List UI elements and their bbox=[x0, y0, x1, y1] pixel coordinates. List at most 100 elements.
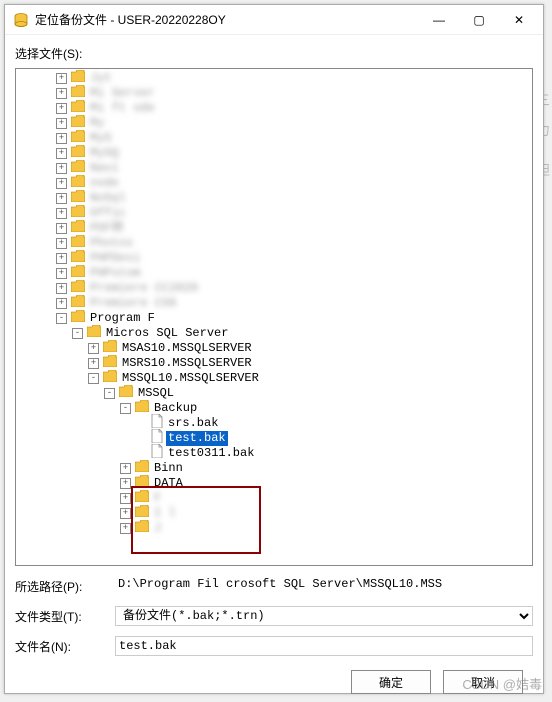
tree-node-label[interactable]: MSSQL10.MSSQLSERVER bbox=[120, 371, 261, 386]
tree-node-label[interactable]: test0311.bak bbox=[166, 446, 256, 461]
expand-icon[interactable]: + bbox=[56, 238, 67, 249]
tree-node-label[interactable]: MSSQL bbox=[136, 386, 176, 401]
tree-node-label[interactable]: Navi bbox=[88, 161, 121, 176]
tree-folder[interactable]: - MSSQL bbox=[16, 386, 532, 401]
tree-file[interactable]: test0311.bak bbox=[16, 446, 532, 461]
tree-node-label[interactable]: Photos bbox=[88, 236, 135, 251]
tree-folder[interactable]: + MSRS10.MSSQLSERVER bbox=[16, 356, 532, 371]
tree-folder[interactable]: + node bbox=[16, 176, 532, 191]
tree-node-label[interactable]: MSAS10.MSSQLSERVER bbox=[120, 341, 254, 356]
expand-icon[interactable]: + bbox=[56, 223, 67, 234]
tree-node-label[interactable]: NoSql bbox=[88, 191, 128, 206]
tree-folder[interactable]: - MSSQL10.MSSQLSERVER bbox=[16, 371, 532, 386]
expand-icon[interactable]: + bbox=[120, 493, 131, 504]
tree-node-label[interactable]: J bbox=[152, 521, 163, 536]
tree-folder[interactable]: + Offic bbox=[16, 206, 532, 221]
tree-folder[interactable]: + MyS bbox=[16, 131, 532, 146]
tree-node-label[interactable]: F bbox=[152, 491, 163, 506]
tree-folder[interactable]: - Program F bbox=[16, 311, 532, 326]
tree-node-label[interactable]: test.bak bbox=[166, 431, 228, 446]
collapse-icon[interactable]: - bbox=[56, 313, 67, 324]
close-button[interactable]: ✕ bbox=[499, 6, 539, 34]
file-name-input[interactable] bbox=[115, 636, 533, 656]
expand-icon[interactable]: + bbox=[56, 298, 67, 309]
expand-icon[interactable]: + bbox=[56, 103, 67, 114]
expand-icon[interactable]: + bbox=[56, 208, 67, 219]
tree-folder[interactable]: + Photos bbox=[16, 236, 532, 251]
tree-folder[interactable]: + Premiere CC2020 bbox=[16, 281, 532, 296]
tree-node-label[interactable]: Mi Server bbox=[88, 86, 157, 101]
expand-icon[interactable]: + bbox=[120, 478, 131, 489]
tree-node-label[interactable]: My bbox=[88, 116, 106, 131]
tree-node-label[interactable]: Premiere CC2020 bbox=[88, 281, 200, 296]
dialog-window: 定位备份文件 - USER-20220228OY — ▢ ✕ 选择文件(S): … bbox=[4, 4, 544, 694]
tree-folder[interactable]: + I l bbox=[16, 506, 532, 521]
maximize-button[interactable]: ▢ bbox=[459, 6, 499, 34]
collapse-icon[interactable]: - bbox=[72, 328, 83, 339]
tree-folder[interactable]: +F bbox=[16, 491, 532, 506]
tree-node-label[interactable]: PDF转 bbox=[88, 221, 126, 236]
watermark: CSDN @姞毒 bbox=[462, 674, 542, 693]
collapse-icon[interactable]: - bbox=[120, 403, 131, 414]
expand-icon[interactable]: + bbox=[56, 253, 67, 264]
tree-folder[interactable]: + PHPstom bbox=[16, 266, 532, 281]
ok-button[interactable]: 确定 bbox=[351, 670, 431, 694]
expand-icon[interactable]: + bbox=[56, 178, 67, 189]
tree-node-label[interactable]: DATA bbox=[152, 476, 185, 491]
tree-node-label[interactable]: Premiere CS6 bbox=[88, 296, 178, 311]
tree-folder[interactable]: -Backup bbox=[16, 401, 532, 416]
tree-node-label[interactable]: PHPstom bbox=[88, 266, 142, 281]
tree-folder[interactable]: + Jyt bbox=[16, 71, 532, 86]
expand-icon[interactable]: + bbox=[56, 88, 67, 99]
minimize-button[interactable]: — bbox=[419, 6, 459, 34]
tree-node-label[interactable]: Offic bbox=[88, 206, 128, 221]
tree-folder[interactable]: + Mi ft ode bbox=[16, 101, 532, 116]
expand-icon[interactable]: + bbox=[56, 118, 67, 129]
tree-folder[interactable]: +J bbox=[16, 521, 532, 536]
tree-file[interactable]: test.bak bbox=[16, 431, 532, 446]
tree-folder[interactable]: + Mi Server bbox=[16, 86, 532, 101]
tree-folder[interactable]: + NoSql bbox=[16, 191, 532, 206]
collapse-icon[interactable]: - bbox=[104, 388, 115, 399]
tree-folder[interactable]: + PHPDesi bbox=[16, 251, 532, 266]
tree-node-label[interactable]: Mi ft ode bbox=[88, 101, 157, 116]
selected-path-label: 所选路径(P): bbox=[15, 578, 115, 595]
expand-icon[interactable]: + bbox=[56, 163, 67, 174]
tree-node-label[interactable]: Jyt bbox=[88, 71, 114, 86]
tree-folder[interactable]: + Premiere CS6 bbox=[16, 296, 532, 311]
expand-icon[interactable]: + bbox=[120, 463, 131, 474]
expand-icon[interactable]: + bbox=[88, 343, 99, 354]
tree-node-label[interactable]: Micros SQL Server bbox=[104, 326, 230, 341]
tree-node-label[interactable]: node bbox=[88, 176, 121, 191]
tree-folder[interactable]: + MySQ bbox=[16, 146, 532, 161]
tree-folder[interactable]: + Navi bbox=[16, 161, 532, 176]
file-type-select[interactable]: 备份文件(*.bak;*.trn) bbox=[115, 606, 533, 626]
tree-folder[interactable]: + Binn bbox=[16, 461, 532, 476]
tree-folder[interactable]: + MSAS10.MSSQLSERVER bbox=[16, 341, 532, 356]
tree-node-label[interactable]: MSRS10.MSSQLSERVER bbox=[120, 356, 254, 371]
expand-icon[interactable]: + bbox=[56, 268, 67, 279]
tree-folder[interactable]: - Micros SQL Server bbox=[16, 326, 532, 341]
expand-icon[interactable]: + bbox=[56, 133, 67, 144]
tree-node-label[interactable]: Program F bbox=[88, 311, 157, 326]
tree-folder[interactable]: + DATA bbox=[16, 476, 532, 491]
tree-node-label[interactable]: Binn bbox=[152, 461, 185, 476]
expand-icon[interactable]: + bbox=[56, 283, 67, 294]
expand-icon[interactable]: + bbox=[56, 148, 67, 159]
tree-folder[interactable]: + PDF转 bbox=[16, 221, 532, 236]
tree-file[interactable]: srs.bak bbox=[16, 416, 532, 431]
expand-icon[interactable]: + bbox=[120, 523, 131, 534]
tree-node-label[interactable]: MySQ bbox=[88, 146, 121, 161]
tree-node-label[interactable]: srs.bak bbox=[166, 416, 220, 431]
file-tree[interactable]: + Jyt + Mi Server + Mi ft ode + My + MyS + MySQ + Nav… bbox=[15, 68, 533, 566]
tree-node-label[interactable]: I l bbox=[152, 506, 178, 521]
selected-path-value: D:\Program Fil crosoft SQL Server\MSSQL1… bbox=[115, 576, 533, 596]
collapse-icon[interactable]: - bbox=[88, 373, 99, 384]
tree-folder[interactable]: + My bbox=[16, 116, 532, 131]
tree-node-label[interactable]: PHPDesi bbox=[88, 251, 142, 266]
expand-icon[interactable]: + bbox=[56, 193, 67, 204]
expand-icon[interactable]: + bbox=[88, 358, 99, 369]
expand-icon[interactable]: + bbox=[56, 73, 67, 84]
tree-node-label[interactable]: MyS bbox=[88, 131, 114, 146]
expand-icon[interactable]: + bbox=[120, 508, 131, 519]
